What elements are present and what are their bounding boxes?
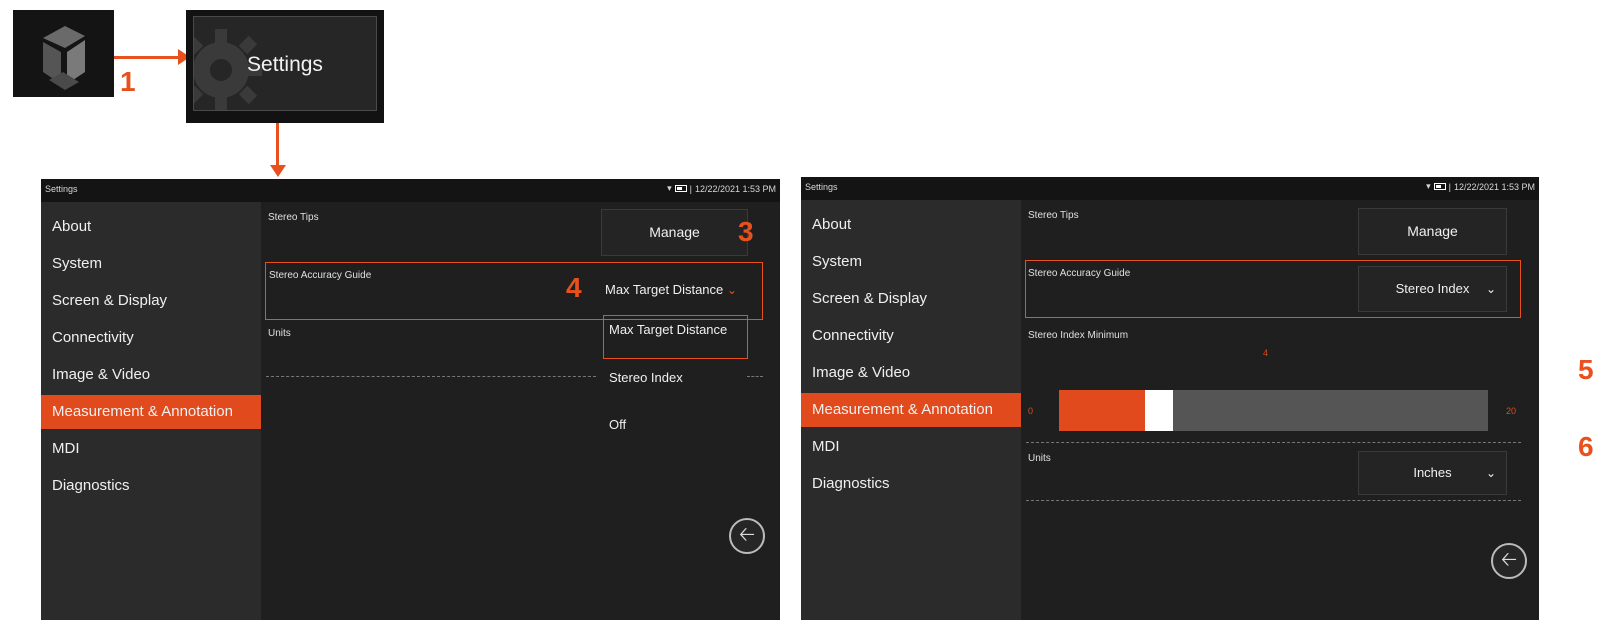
- accuracy-guide-label: Stereo Accuracy Guide: [269, 270, 372, 281]
- arrow-left-icon: 🡠: [738, 524, 756, 546]
- divider: [1026, 500, 1521, 501]
- status-bar: Settings ▾ | 12/22/2021 1:53 PM: [41, 179, 780, 202]
- app-logo-icon: [43, 26, 85, 90]
- dropdown-option-max-target-distance[interactable]: Max Target Distance: [609, 322, 727, 337]
- back-button[interactable]: 🡠: [729, 518, 765, 554]
- stereo-tips-label: Stereo Tips: [268, 212, 319, 223]
- status-right: ▾ | 12/22/2021 1:53 PM: [667, 183, 776, 194]
- chevron-down-icon: ⌄: [726, 283, 737, 297]
- dropdown-option-stereo-index[interactable]: Stereo Index: [609, 370, 683, 385]
- accuracy-guide-value: Stereo Index: [1395, 281, 1470, 296]
- callout-3: 3: [738, 216, 754, 247]
- accuracy-guide-label: Stereo Accuracy Guide: [1028, 268, 1131, 279]
- manage-button[interactable]: Manage: [601, 209, 748, 256]
- status-datetime: 12/22/2021 1:53 PM: [1453, 181, 1535, 192]
- status-separator: |: [689, 183, 692, 194]
- settings-tile-label: Settings: [247, 53, 323, 76]
- sidebar-item-screen-display[interactable]: Screen & Display: [41, 284, 261, 318]
- sidebar-item-about[interactable]: About: [801, 208, 1021, 242]
- sidebar-item-diagnostics[interactable]: Diagnostics: [801, 467, 1021, 501]
- accuracy-guide-value: Max Target Distance: [605, 282, 724, 297]
- units-label: Units: [1028, 453, 1051, 464]
- app-logo-tile[interactable]: [13, 10, 114, 97]
- callout-6: 6: [1578, 431, 1594, 462]
- sidebar-item-connectivity[interactable]: Connectivity: [41, 321, 261, 355]
- stereo-tips-label: Stereo Tips: [1028, 210, 1079, 221]
- slider-value-label: 4: [1263, 348, 1269, 358]
- status-right: ▾ | 12/22/2021 1:53 PM: [1426, 181, 1535, 192]
- sidebar-item-mdi[interactable]: MDI: [801, 430, 1021, 464]
- slider-thumb[interactable]: [1145, 390, 1173, 431]
- sidebar-item-screen-display[interactable]: Screen & Display: [801, 282, 1021, 316]
- status-bar: Settings ▾ | 12/22/2021 1:53 PM: [801, 177, 1539, 200]
- sidebar-item-image-video[interactable]: Image & Video: [41, 358, 261, 392]
- units-select[interactable]: Inches ⌄: [1358, 451, 1507, 495]
- slider-max-label: 20: [1506, 406, 1517, 416]
- accuracy-guide-select[interactable]: Stereo Index ⌄: [1358, 266, 1507, 312]
- sidebar-item-system[interactable]: System: [801, 245, 1021, 279]
- callout-4: 4: [566, 272, 582, 303]
- stereo-index-min-label: Stereo Index Minimum: [1028, 330, 1129, 341]
- status-datetime: 12/22/2021 1:53 PM: [694, 183, 776, 194]
- sidebar-item-system[interactable]: System: [41, 247, 261, 281]
- sidebar: About System Screen & Display Connectivi…: [801, 200, 1021, 620]
- units-label: Units: [268, 328, 291, 339]
- sidebar-item-measurement-annotation[interactable]: Measurement & Annotation: [801, 393, 1021, 427]
- chevron-down-icon: ⌄: [1485, 282, 1496, 296]
- arrow-left-icon: 🡠: [1500, 549, 1518, 571]
- callout-1: 1: [120, 66, 136, 97]
- stereo-index-slider[interactable]: [1059, 390, 1488, 431]
- settings-tile[interactable]: Settings: [193, 16, 377, 111]
- divider: [1026, 442, 1521, 443]
- slider-fill: [1059, 390, 1145, 431]
- sidebar: About System Screen & Display Connectivi…: [41, 202, 261, 620]
- sidebar-item-measurement-annotation[interactable]: Measurement & Annotation: [41, 395, 261, 429]
- wifi-icon: ▾: [667, 183, 672, 193]
- settings-content: Stereo Tips Manage Stereo Accuracy Guide…: [261, 202, 780, 620]
- sidebar-item-image-video[interactable]: Image & Video: [801, 356, 1021, 390]
- accuracy-guide-select[interactable]: Max Target Distance ⌄: [605, 282, 737, 297]
- chevron-down-icon: ⌄: [1485, 466, 1496, 480]
- sidebar-item-mdi[interactable]: MDI: [41, 432, 261, 466]
- flow-arrow-2: [276, 123, 279, 167]
- back-button[interactable]: 🡠: [1491, 543, 1527, 579]
- callout-5: 5: [1578, 354, 1594, 385]
- dropdown-option-off[interactable]: Off: [609, 417, 626, 432]
- sidebar-item-connectivity[interactable]: Connectivity: [801, 319, 1021, 353]
- sidebar-item-diagnostics[interactable]: Diagnostics: [41, 469, 261, 503]
- divider: [747, 376, 763, 377]
- flow-arrow-1: [114, 56, 180, 59]
- left-settings-screen: Settings ▾ | 12/22/2021 1:53 PM About Sy…: [41, 179, 780, 620]
- manage-button[interactable]: Manage: [1358, 208, 1507, 255]
- status-title: Settings: [805, 182, 838, 192]
- status-title: Settings: [45, 184, 78, 194]
- units-value: Inches: [1413, 465, 1452, 480]
- sidebar-item-about[interactable]: About: [41, 210, 261, 244]
- wifi-icon: ▾: [1426, 181, 1431, 191]
- battery-icon: [1433, 183, 1446, 190]
- right-settings-screen: Settings ▾ | 12/22/2021 1:53 PM About Sy…: [801, 177, 1539, 620]
- settings-content: Stereo Tips Manage Stereo Accuracy Guide…: [1021, 200, 1539, 620]
- slider-min-label: 0: [1028, 406, 1034, 416]
- status-separator: |: [1448, 181, 1451, 192]
- flow-arrowhead-2: [270, 165, 286, 177]
- battery-icon: [674, 185, 687, 192]
- divider: [266, 376, 596, 377]
